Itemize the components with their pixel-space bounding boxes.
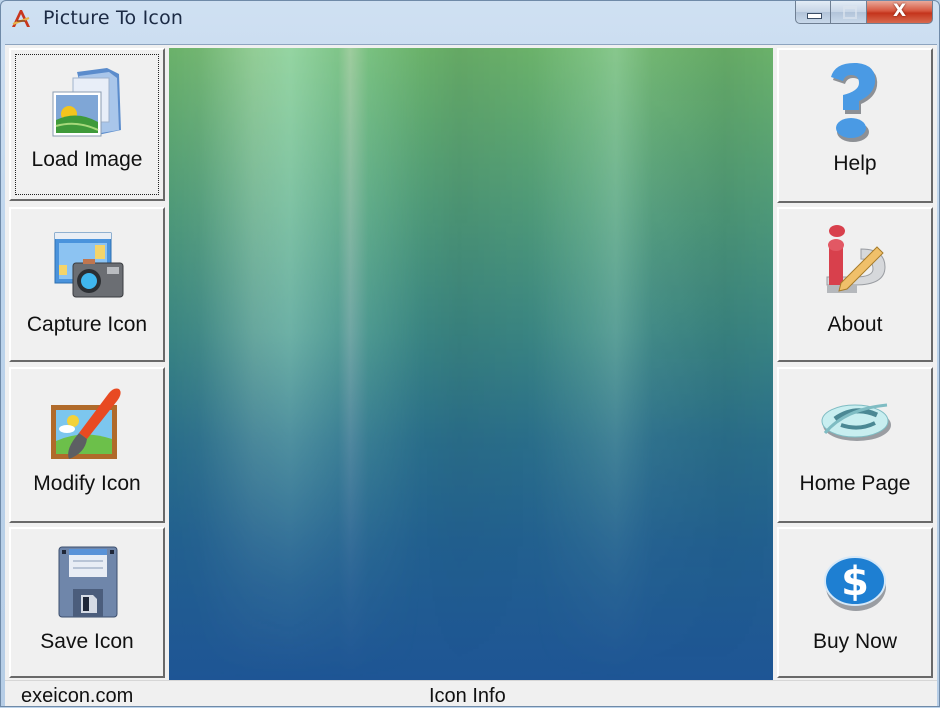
window-title: Picture To Icon [43,7,184,29]
load-image-button[interactable]: Load Image [9,48,165,201]
modify-icon-button[interactable]: Modify Icon [9,367,165,523]
modify-icon-label: Modify Icon [33,472,141,495]
camera-capture-icon [54,232,124,298]
status-website-link[interactable]: exeicon.com [21,685,133,708]
preview-image [169,48,773,680]
paintbrush-picture-icon [51,388,121,459]
internet-explorer-icon [821,403,891,441]
buy-now-label: Buy Now [812,630,898,653]
minimize-icon [807,13,822,19]
app-window: Picture To Icon X Load Image Capture Ico… [0,0,940,707]
question-mark-icon [831,62,878,142]
folder-picture-icon [52,68,121,137]
close-icon: X [892,1,907,21]
buy-now-button[interactable]: $ Buy Now [777,527,933,678]
title-bar[interactable]: Picture To Icon X [1,1,940,41]
help-button[interactable]: Help [777,48,933,203]
home-page-label: Home Page [799,472,911,495]
svg-text:$: $ [841,559,869,605]
save-icon-button[interactable]: Save Icon [9,527,165,678]
about-button[interactable]: About [777,207,933,362]
app-icon [12,10,30,27]
capture-icon-button[interactable]: Capture Icon [9,207,165,362]
help-label: Help [833,152,877,175]
image-preview-canvas[interactable] [169,48,773,680]
status-icon-info: Icon Info [429,685,506,707]
status-bar: exeicon.com Icon Info [5,680,937,708]
close-button[interactable]: X [867,1,933,24]
window-controls: X [795,1,933,25]
client-area: Load Image Capture Icon Modify Icon Save… [5,44,937,708]
save-icon-label: Save Icon [40,630,134,653]
floppy-disk-icon [58,546,118,618]
info-pencil-icon [826,225,886,293]
about-label: About [827,313,883,336]
home-page-button[interactable]: Home Page [777,367,933,523]
capture-icon-label: Capture Icon [26,313,148,336]
load-image-label: Load Image [31,148,143,171]
dollar-coin-icon: $ [824,556,886,611]
maximize-button[interactable] [831,1,867,24]
maximize-icon [843,6,857,19]
minimize-button[interactable] [795,1,831,24]
